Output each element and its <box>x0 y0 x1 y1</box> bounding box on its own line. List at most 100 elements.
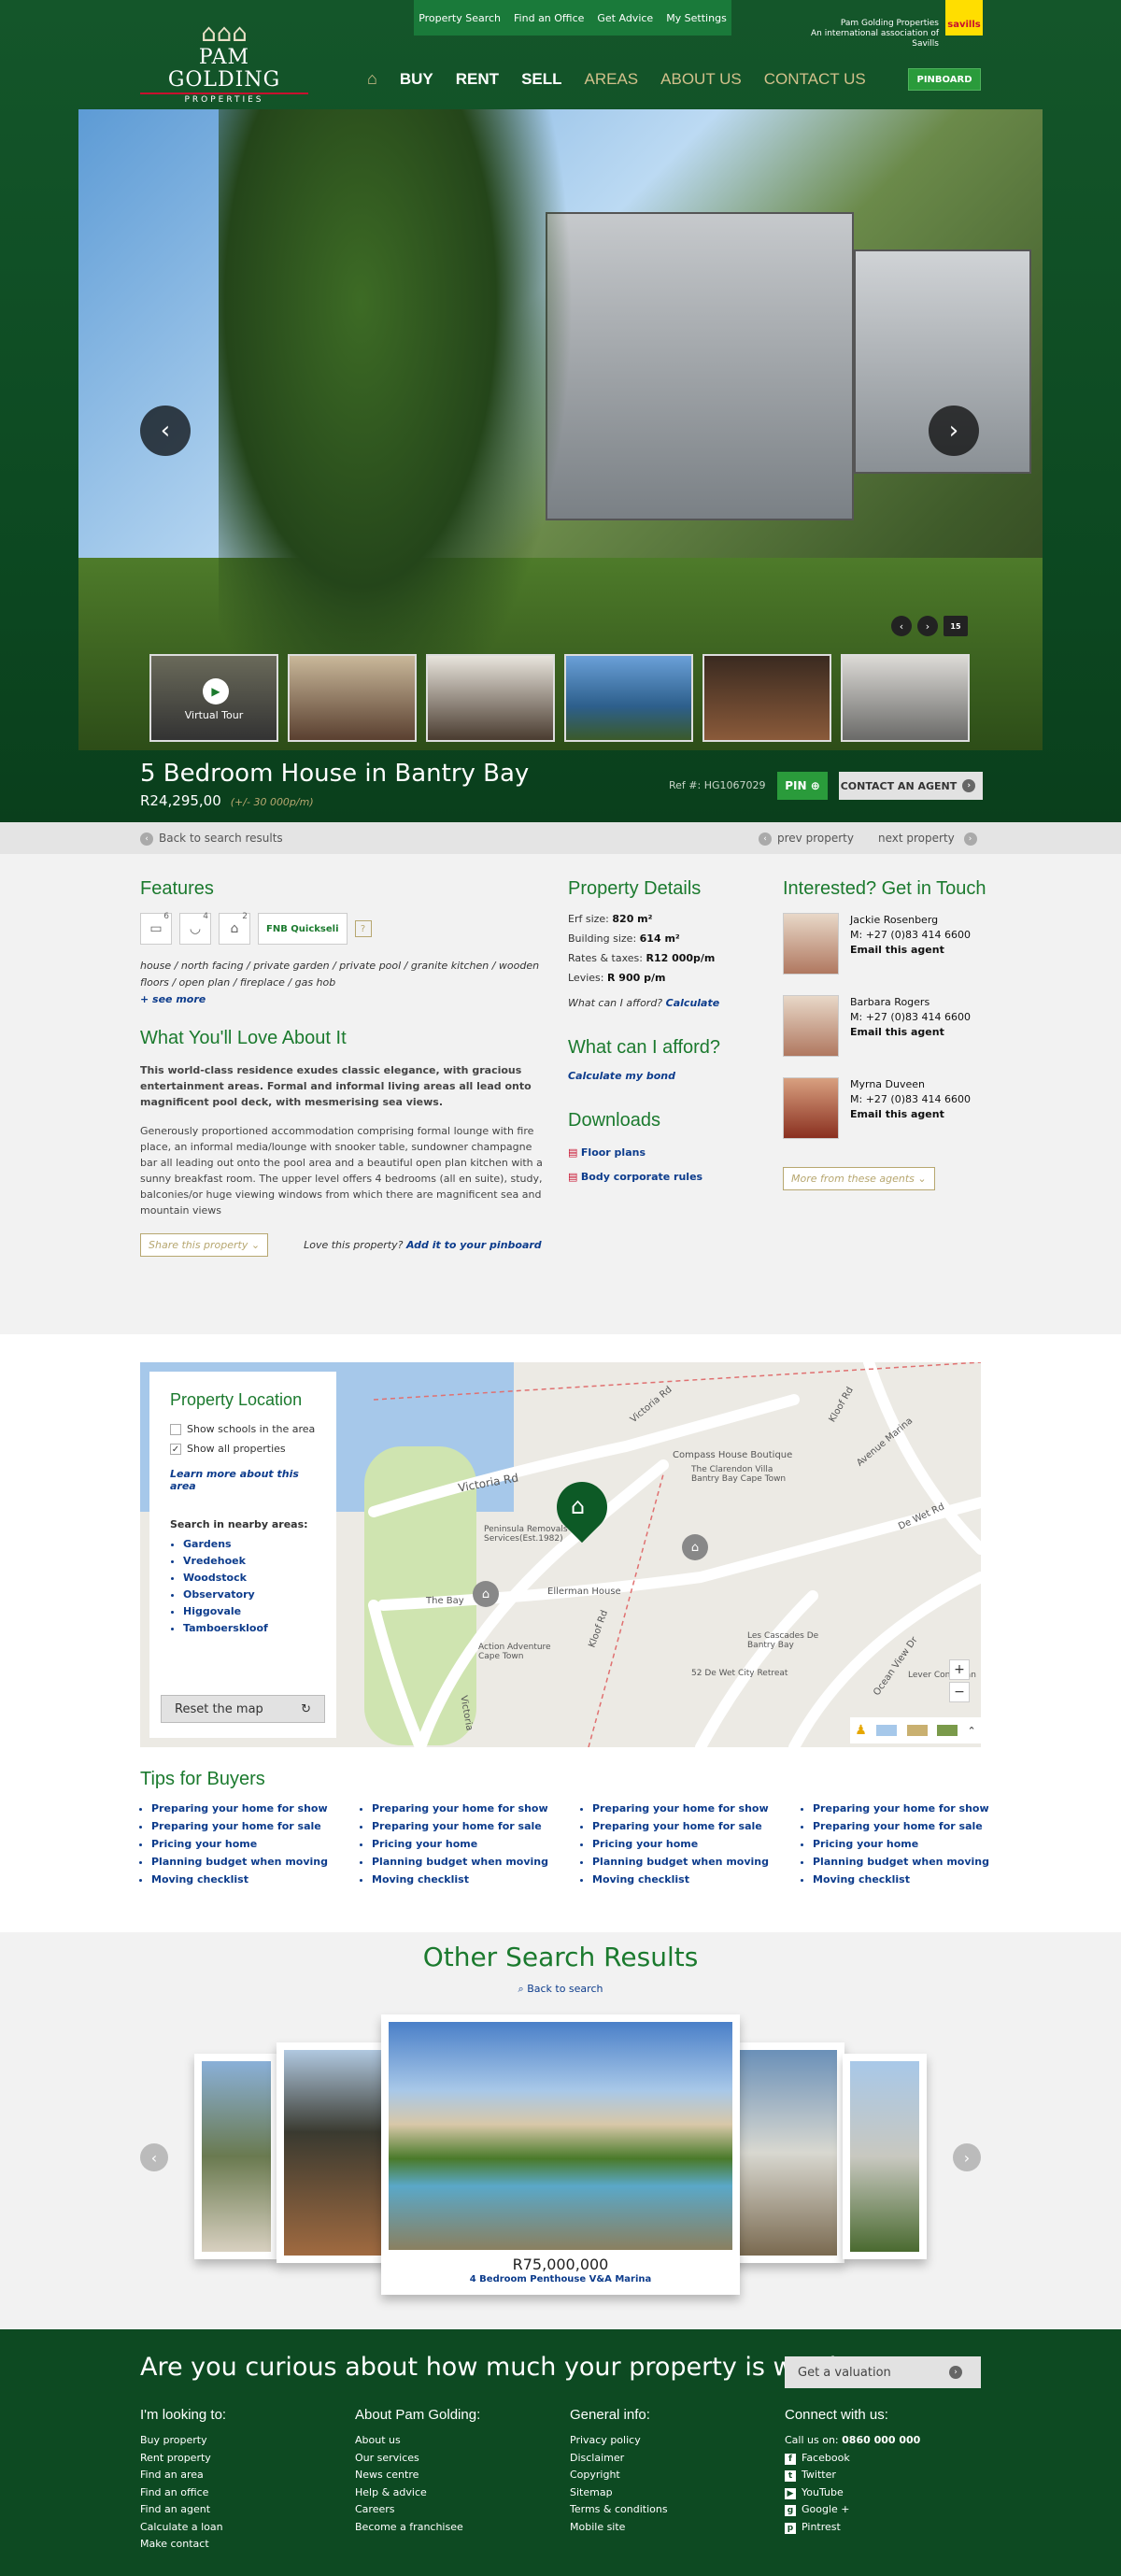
footer-link[interactable]: News centre <box>355 2467 560 2484</box>
tip-link[interactable]: Moving checklist <box>592 1871 770 1888</box>
nearby-property-marker[interactable]: ⌂ <box>682 1534 708 1560</box>
result-card[interactable] <box>194 2054 278 2259</box>
nearby-link-gardens[interactable]: Gardens <box>183 1536 316 1553</box>
nearby-link-tamboerskloof[interactable]: Tamboerskloof <box>183 1620 316 1637</box>
checkbox-show-all[interactable]: ✓ Show all properties <box>170 1443 316 1455</box>
mini-prev-icon[interactable]: ‹ <box>891 616 912 636</box>
back-to-results-link[interactable]: ‹ Back to search results <box>140 832 283 846</box>
tip-link[interactable]: Pricing your home <box>372 1835 549 1853</box>
nearby-link-observatory[interactable]: Observatory <box>183 1587 316 1603</box>
tip-link[interactable]: Planning budget when moving <box>592 1853 770 1871</box>
calculate-bond-link[interactable]: Calculate my bond <box>568 1070 764 1082</box>
see-more-link[interactable]: + see more <box>140 993 551 1005</box>
result-card[interactable] <box>843 2054 927 2259</box>
tip-link[interactable]: Planning budget when moving <box>372 1853 549 1871</box>
tip-link[interactable]: Pricing your home <box>151 1835 329 1853</box>
tip-link[interactable]: Preparing your home for sale <box>813 1817 990 1835</box>
footer-link[interactable]: Sitemap <box>570 2484 775 2502</box>
collapse-up-icon[interactable]: ⌃ <box>968 1725 976 1737</box>
thumb-living-room[interactable] <box>288 654 417 742</box>
map-type-map-icon[interactable] <box>876 1725 898 1736</box>
contact-agent-button[interactable]: CONTACT AN AGENT › <box>839 772 983 800</box>
footer-link[interactable]: Mobile site <box>570 2519 775 2537</box>
camera-icon[interactable]: 15 <box>944 616 968 636</box>
footer-link[interactable]: Help & advice <box>355 2484 560 2502</box>
thumb-bedroom[interactable] <box>841 654 970 742</box>
share-button[interactable]: Share this property ⌄ <box>140 1233 269 1257</box>
download-floor-plans[interactable]: ▤ Floor plans <box>568 1141 764 1165</box>
help-icon[interactable]: ? <box>354 920 372 937</box>
thumb-virtual-tour[interactable]: ▶ Virtual Tour <box>149 654 278 742</box>
nav-about-us[interactable]: ABOUT US <box>660 70 742 89</box>
tip-link[interactable]: Pricing your home <box>813 1835 990 1853</box>
map-type-terrain-icon[interactable] <box>906 1725 928 1736</box>
footer-link[interactable]: Terms & conditions <box>570 2501 775 2519</box>
checkbox-show-schools[interactable]: Show schools in the area <box>170 1423 316 1435</box>
utility-link-get-advice[interactable]: Get Advice <box>597 12 653 24</box>
home-icon[interactable]: ⌂ <box>367 69 377 89</box>
email-agent-link[interactable]: Email this agent <box>850 1107 971 1122</box>
nav-sell[interactable]: SELL <box>521 70 561 89</box>
fnb-badge[interactable]: FNB Quickseli <box>258 913 348 945</box>
phone-number[interactable]: 0860 000 000 <box>842 2434 920 2446</box>
gallery-prev-arrow-icon[interactable]: ‹ <box>140 406 191 456</box>
footer-link[interactable]: Careers <box>355 2501 560 2519</box>
download-body-corporate[interactable]: ▤ Body corporate rules <box>568 1165 764 1189</box>
footer-link[interactable]: Our services <box>355 2450 560 2468</box>
tip-link[interactable]: Preparing your home for show <box>592 1800 770 1817</box>
footer-link[interactable]: Disclaimer <box>570 2450 775 2468</box>
tip-link[interactable]: Preparing your home for show <box>813 1800 990 1817</box>
zoom-in-icon[interactable]: + <box>949 1659 970 1680</box>
result-card[interactable] <box>277 2042 389 2263</box>
tip-link[interactable]: Preparing your home for show <box>372 1800 549 1817</box>
tip-link[interactable]: Planning budget when moving <box>813 1853 990 1871</box>
reset-map-button[interactable]: Reset the map ↻ <box>161 1695 325 1723</box>
tip-link[interactable]: Preparing your home for sale <box>592 1817 770 1835</box>
mini-next-icon[interactable]: › <box>917 616 938 636</box>
nearby-link-woodstock[interactable]: Woodstock <box>183 1570 316 1587</box>
result-card[interactable] <box>732 2042 844 2263</box>
tip-link[interactable]: Planning budget when moving <box>151 1853 329 1871</box>
email-agent-link[interactable]: Email this agent <box>850 1025 971 1040</box>
tip-link[interactable]: Moving checklist <box>372 1871 549 1888</box>
social-facebook[interactable]: f Facebook <box>785 2450 990 2468</box>
logo[interactable]: ⌂⌂⌂ PAM GOLDING PROPERTIES <box>140 21 308 105</box>
footer-link[interactable]: Buy property <box>140 2432 346 2450</box>
more-from-agents-button[interactable]: More from these agents ⌄ <box>783 1167 935 1190</box>
nav-buy[interactable]: BUY <box>400 70 433 89</box>
utility-link-property-search[interactable]: Property Search <box>419 12 501 24</box>
nearby-link-higgovale[interactable]: Higgovale <box>183 1603 316 1620</box>
tip-link[interactable]: Preparing your home for show <box>151 1800 329 1817</box>
footer-link[interactable]: Find an agent <box>140 2501 346 2519</box>
streetview-icon[interactable]: ♟ <box>855 1723 867 1738</box>
utility-link-my-settings[interactable]: My Settings <box>666 12 727 24</box>
carousel-prev-icon[interactable]: ‹ <box>140 2143 168 2171</box>
learn-area-link[interactable]: Learn more about this area <box>170 1468 316 1492</box>
map-type-satellite-icon[interactable] <box>937 1725 958 1736</box>
social-pinterest[interactable]: p Pintrest <box>785 2519 990 2537</box>
nav-areas[interactable]: AREAS <box>585 70 639 89</box>
nearby-property-marker[interactable]: ⌂ <box>473 1581 499 1607</box>
email-agent-link[interactable]: Email this agent <box>850 943 971 958</box>
carousel-next-icon[interactable]: › <box>953 2143 981 2171</box>
tip-link[interactable]: Pricing your home <box>592 1835 770 1853</box>
zoom-out-icon[interactable]: − <box>949 1682 970 1702</box>
utility-link-find-office[interactable]: Find an Office <box>514 12 584 24</box>
tip-link[interactable]: Preparing your home for sale <box>151 1817 329 1835</box>
thumb-kitchen[interactable] <box>702 654 831 742</box>
tip-link[interactable]: Preparing your home for sale <box>372 1817 549 1835</box>
back-to-search-link[interactable]: ⌕ Back to search <box>0 1983 1121 1996</box>
nearby-link-vredehoek[interactable]: Vredehoek <box>183 1553 316 1570</box>
prev-property-link[interactable]: ‹ prev property <box>759 832 854 846</box>
savills-logo[interactable]: savills <box>945 0 983 36</box>
nav-contact-us[interactable]: CONTACT US <box>764 70 866 89</box>
social-googleplus[interactable]: g Google + <box>785 2501 990 2519</box>
footer-link[interactable]: Make contact <box>140 2536 346 2554</box>
thumb-dining[interactable] <box>426 654 555 742</box>
footer-link[interactable]: Find an area <box>140 2467 346 2484</box>
next-property-link[interactable]: next property › <box>878 832 983 846</box>
tip-link[interactable]: Moving checklist <box>813 1871 990 1888</box>
footer-link[interactable]: Become a franchisee <box>355 2519 560 2537</box>
add-to-pinboard-link[interactable]: Add it to your pinboard <box>406 1239 542 1251</box>
social-twitter[interactable]: t Twitter <box>785 2467 990 2484</box>
